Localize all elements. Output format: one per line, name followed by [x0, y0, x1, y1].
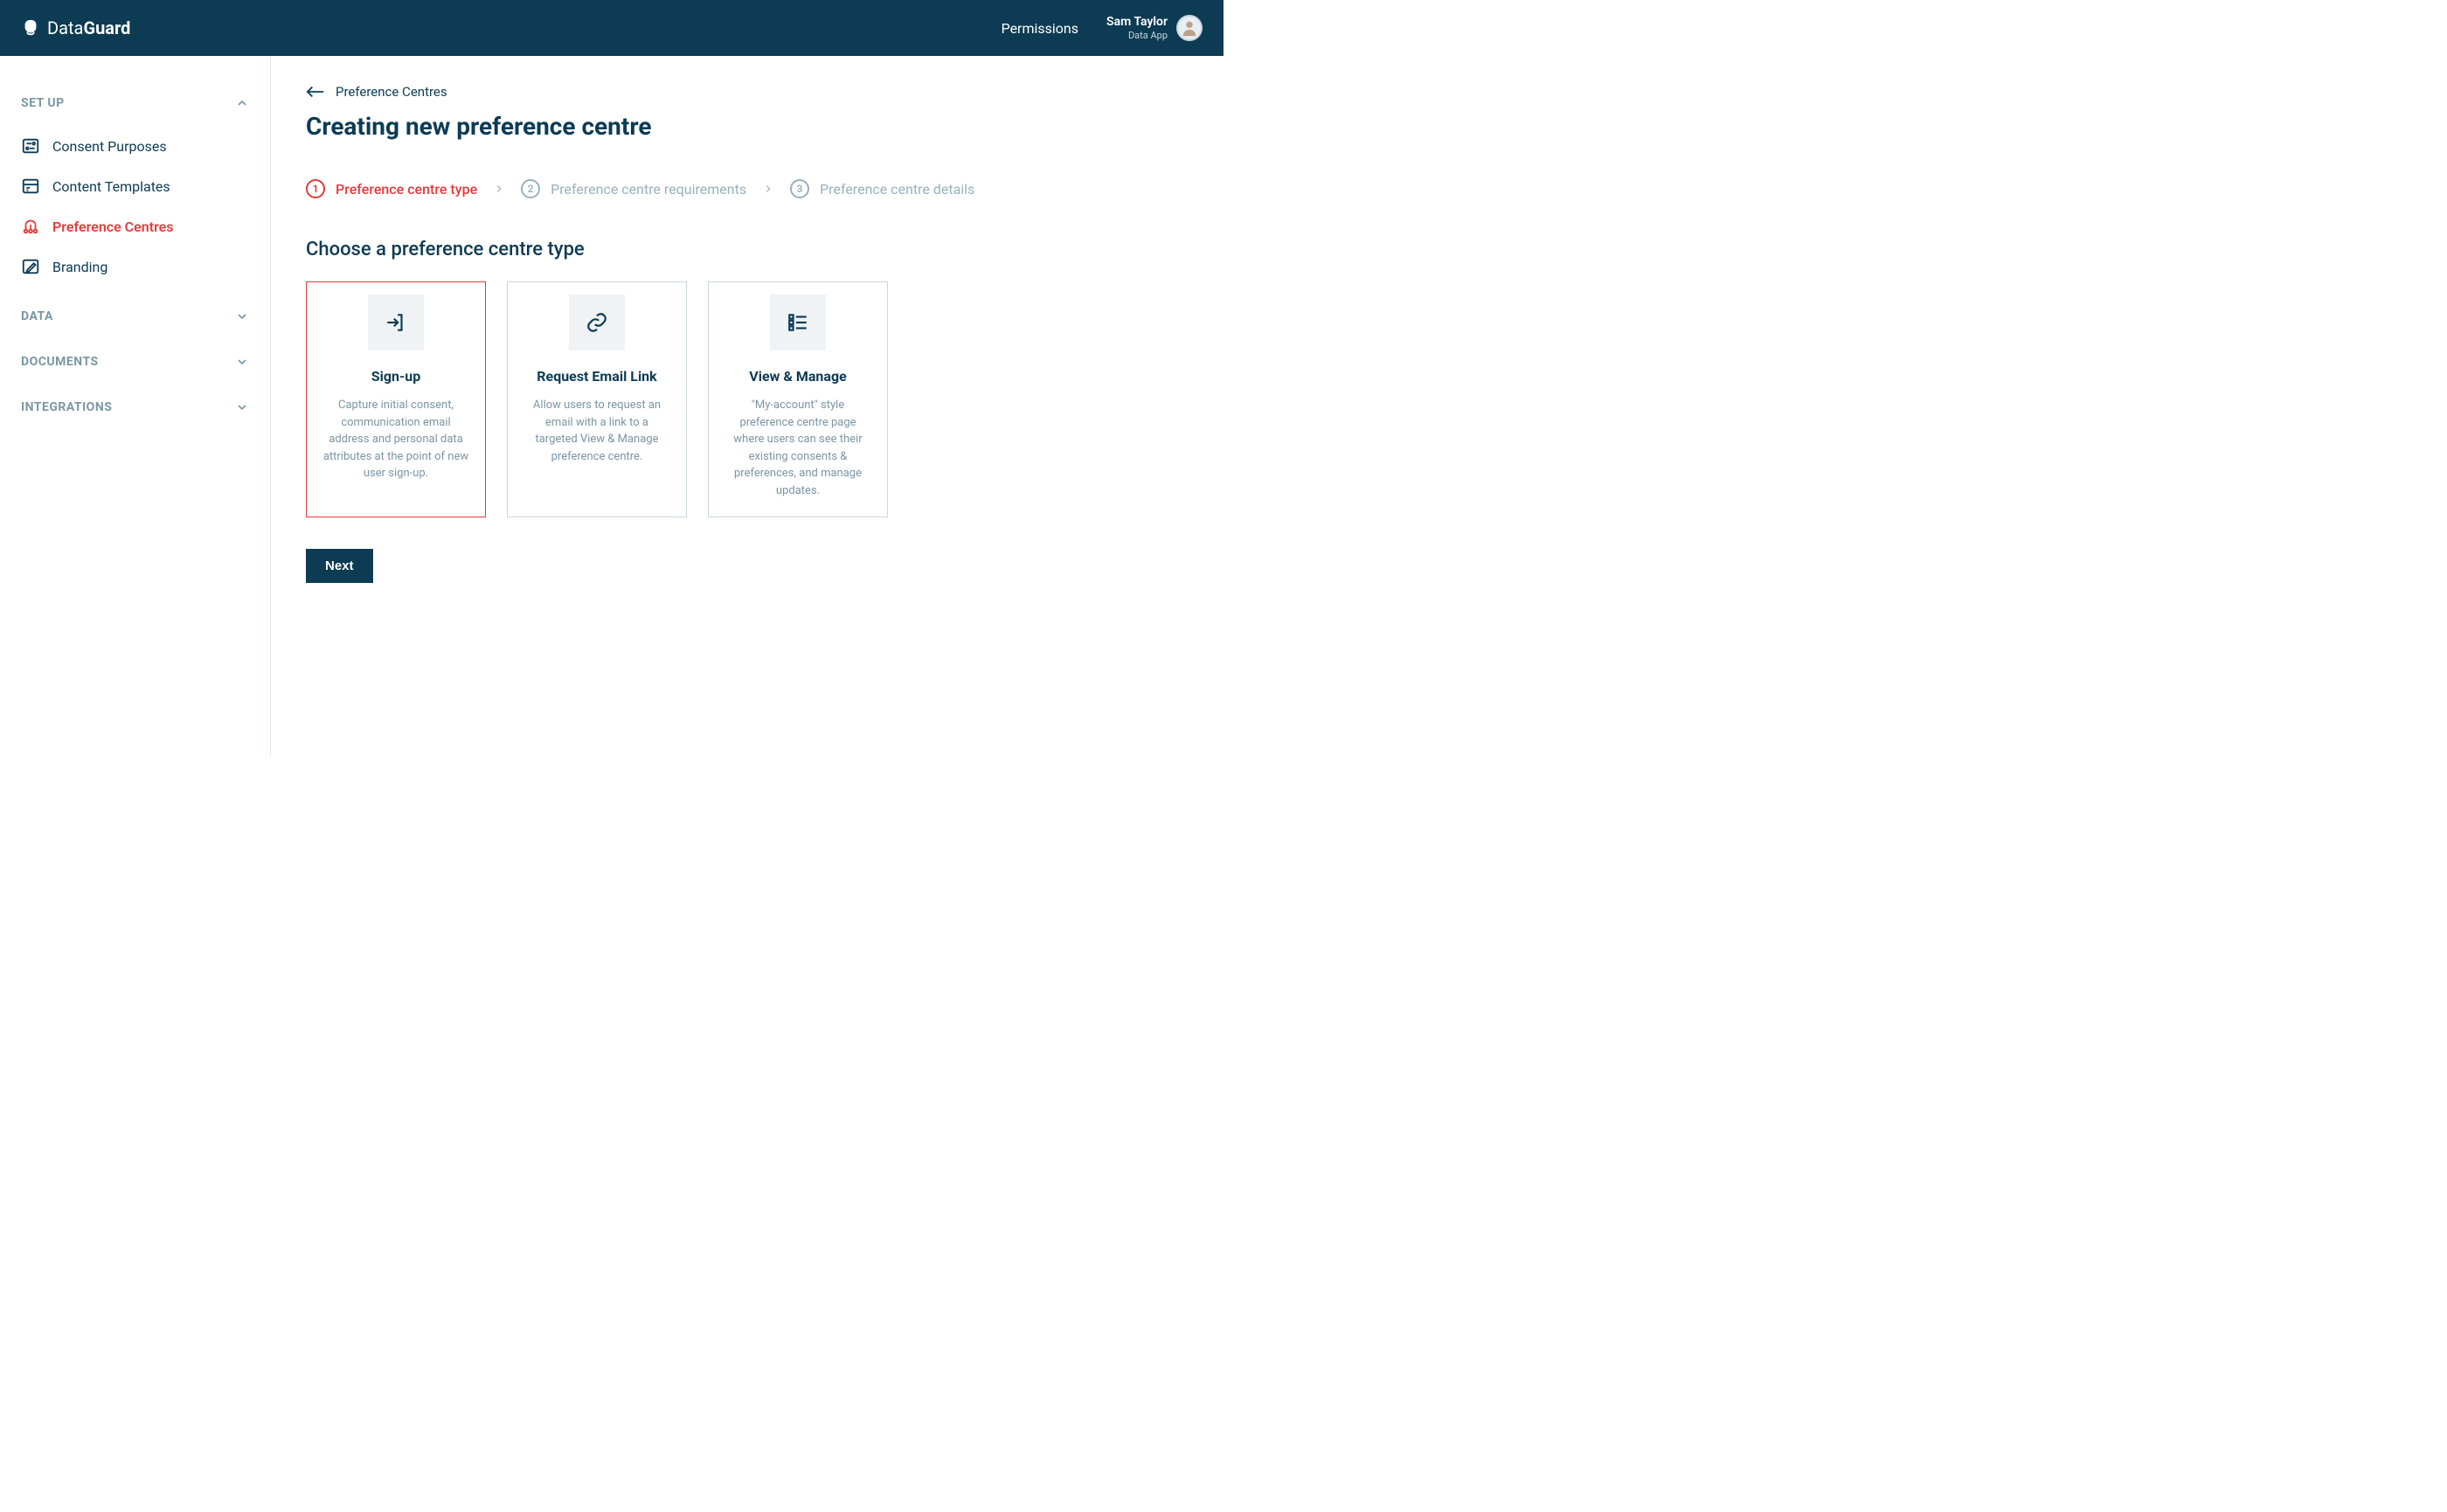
step-number: 3 — [790, 179, 809, 198]
sidebar-section-setup: SET UP Consent Purposes Content Template… — [21, 87, 249, 287]
brand-icon — [21, 18, 40, 38]
user-text: Sam Taylor Data App — [1106, 15, 1168, 41]
sidebar-section-label: DOCUMENTS — [21, 355, 99, 369]
brand-text: DataGuard — [47, 17, 130, 38]
card-title: View & Manage — [749, 368, 846, 385]
card-desc: "My-account" style preference centre pag… — [724, 397, 871, 499]
sidebar-item-label: Consent Purposes — [52, 138, 167, 155]
chevron-right-icon — [493, 183, 505, 195]
sidebar-item-consent-purposes[interactable]: Consent Purposes — [21, 126, 249, 166]
step-label: Preference centre requirements — [551, 181, 746, 198]
sidebar-section-label: INTEGRATIONS — [21, 400, 112, 414]
sidebar-section-label: DATA — [21, 309, 53, 323]
chevron-up-icon — [235, 96, 249, 110]
next-button[interactable]: Next — [306, 549, 373, 583]
sidebar-item-label: Content Templates — [52, 178, 170, 195]
sidebar-section-header-documents[interactable]: DOCUMENTS — [21, 346, 249, 378]
step-requirements[interactable]: 2 Preference centre requirements — [521, 179, 746, 198]
card-title: Request Email Link — [537, 368, 656, 385]
chevron-down-icon — [235, 355, 249, 369]
sidebar-section-header-integrations[interactable]: INTEGRATIONS — [21, 392, 249, 423]
permissions-link[interactable]: Permissions — [1002, 20, 1078, 37]
edit-icon — [21, 257, 40, 276]
user-app: Data App — [1106, 30, 1168, 41]
sidebar-item-preference-centres[interactable]: Preference Centres — [21, 206, 249, 246]
avatar — [1176, 15, 1203, 41]
card-sign-up[interactable]: Sign-up Capture initial consent, communi… — [306, 281, 486, 517]
link-icon — [569, 295, 625, 350]
card-desc: Allow users to request an email with a l… — [523, 397, 670, 465]
step-number: 1 — [306, 179, 325, 198]
sidebar-section-data: DATA — [21, 301, 249, 332]
card-view-manage[interactable]: View & Manage "My-account" style prefere… — [708, 281, 888, 517]
type-cards: Sign-up Capture initial consent, communi… — [306, 281, 1189, 517]
sidebar: SET UP Consent Purposes Content Template… — [0, 56, 271, 756]
chevron-right-icon — [762, 183, 774, 195]
sidebar-item-label: Branding — [52, 259, 107, 275]
sliders-icon — [21, 136, 40, 156]
sidebar-section-documents: DOCUMENTS — [21, 346, 249, 378]
section-title: Choose a preference centre type — [306, 239, 1189, 260]
layout-icon — [21, 177, 40, 196]
sidebar-item-label: Preference Centres — [52, 218, 174, 235]
list-icon — [770, 295, 826, 350]
step-label: Preference centre type — [336, 181, 477, 198]
card-request-email-link[interactable]: Request Email Link Allow users to reques… — [507, 281, 687, 517]
step-number: 2 — [521, 179, 540, 198]
step-details[interactable]: 3 Preference centre details — [790, 179, 974, 198]
sidebar-section-header-data[interactable]: DATA — [21, 301, 249, 332]
card-desc: Capture initial consent, communication e… — [322, 397, 469, 482]
chevron-down-icon — [235, 400, 249, 414]
network-icon — [21, 217, 40, 236]
user-name: Sam Taylor — [1106, 15, 1168, 30]
sign-in-icon — [368, 295, 424, 350]
user-menu[interactable]: Sam Taylor Data App — [1106, 15, 1203, 41]
main-content: Preference Centres Creating new preferen… — [271, 56, 1224, 756]
app-header: DataGuard Permissions Sam Taylor Data Ap… — [0, 0, 1224, 56]
breadcrumb-label: Preference Centres — [336, 84, 447, 100]
brand-logo[interactable]: DataGuard — [21, 17, 130, 38]
sidebar-section-header-setup[interactable]: SET UP — [21, 87, 249, 119]
breadcrumb[interactable]: Preference Centres — [306, 84, 1189, 100]
chevron-down-icon — [235, 309, 249, 323]
stepper: 1 Preference centre type 2 Preference ce… — [306, 179, 1189, 198]
sidebar-item-branding[interactable]: Branding — [21, 246, 249, 287]
sidebar-item-content-templates[interactable]: Content Templates — [21, 166, 249, 206]
step-label: Preference centre details — [820, 181, 974, 198]
page-title: Creating new preference centre — [306, 112, 1189, 141]
sidebar-section-integrations: INTEGRATIONS — [21, 392, 249, 423]
card-title: Sign-up — [371, 368, 420, 385]
step-type[interactable]: 1 Preference centre type — [306, 179, 477, 198]
sidebar-section-label: SET UP — [21, 96, 65, 110]
arrow-left-icon — [306, 86, 325, 98]
